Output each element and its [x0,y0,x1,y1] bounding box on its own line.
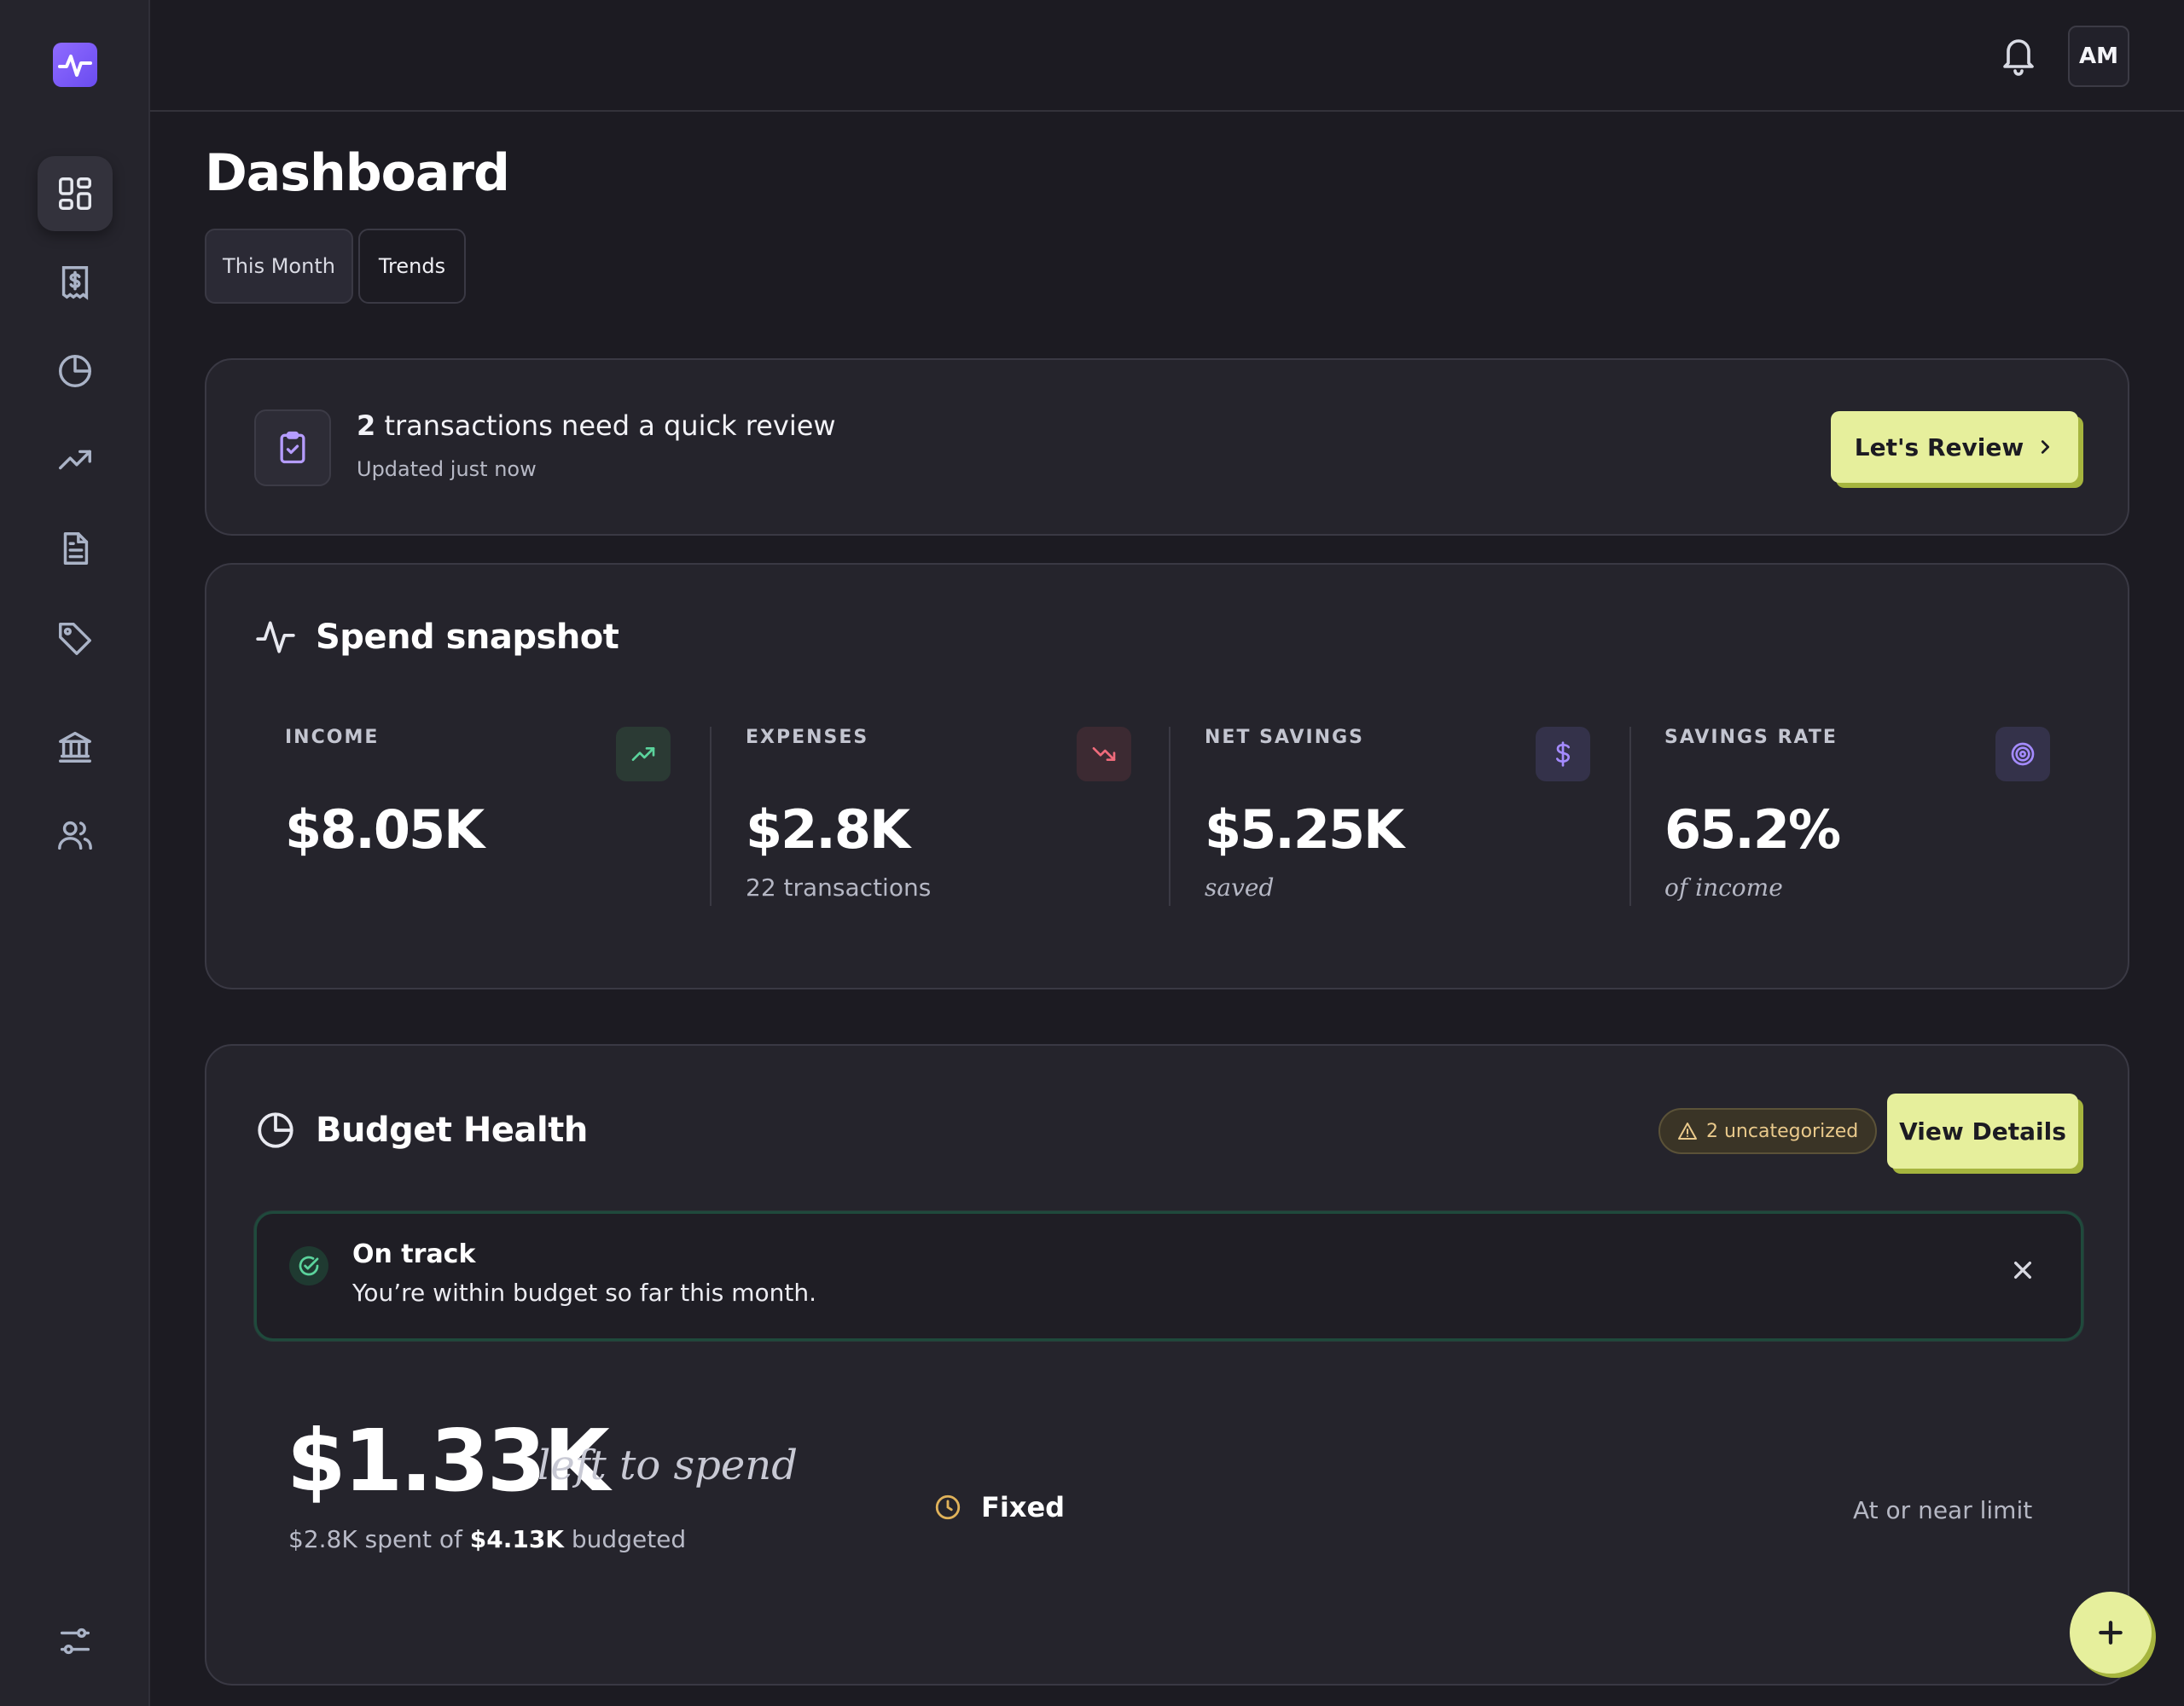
sidebar-item-accounts[interactable] [38,709,113,784]
stat-value: 65.2% [1664,798,1841,861]
pie-chart-icon [59,355,91,387]
stat-value: $2.8K [746,798,910,861]
receipt-icon [61,266,89,300]
lets-review-button[interactable]: Let's Review [1831,411,2078,483]
stat-label: SAVINGS RATE [1664,727,1838,748]
stat-value: $5.25K [1205,798,1404,861]
stat-divider [710,727,712,906]
document-icon [63,532,89,565]
sidebar-item-transactions[interactable] [38,245,113,320]
lets-review-label: Let's Review [1854,432,2024,461]
pie-chart-icon [258,1112,293,1148]
sidebar-item-categories[interactable] [38,600,113,675]
sidebar-item-trends[interactable] [38,422,113,497]
spend-snapshot-title: Spend snapshot [316,618,619,657]
view-details-button[interactable]: View Details [1887,1094,2078,1169]
bank-icon [59,731,91,763]
trending-up-icon [616,727,671,781]
clipboard-check-icon [254,409,331,486]
trending-up-icon [59,450,91,470]
stat-income: INCOME $8.05K [285,727,746,906]
plus-icon [2099,1621,2123,1645]
user-avatar[interactable]: AM [2068,26,2129,87]
stat-net-savings: NET SAVINGS $5.25K saved [1205,727,1665,906]
budgeted-amount: $4.13K [469,1525,564,1553]
review-banner: 2 transactions need a quick review Updat… [205,358,2129,536]
review-title: 2 transactions need a quick review [357,409,836,442]
alert-title: On track [352,1239,476,1269]
trending-down-icon [1077,727,1131,781]
budget-group-status: At or near limit [1853,1496,2033,1524]
budget-group-label: Fixed [981,1491,1066,1523]
dashboard-icon [59,177,91,210]
clock-icon [935,1494,961,1520]
spent-summary: $2.8K spent of $4.13K budgeted [288,1525,686,1553]
sidebar-item-dashboard[interactable] [38,156,113,231]
sidebar-item-budgets[interactable] [38,334,113,409]
check-circle-icon [289,1246,328,1285]
dollar-icon [1536,727,1590,781]
users-icon [58,821,92,850]
review-title-text: transactions need a quick review [375,409,836,442]
app-root: AM Dashboard This Month Trends 2 transac… [0,0,2184,1706]
sidebar-item-settings[interactable] [38,1604,113,1679]
budget-group-fixed[interactable]: Fixed [933,1491,1065,1523]
budget-health-card: Budget Health 2 uncategorized View Detai… [205,1044,2129,1686]
review-count: 2 [357,409,376,442]
warning-triangle-icon [1678,1123,1697,1140]
app-logo[interactable] [53,43,97,87]
stat-label: NET SAVINGS [1205,727,1365,748]
spent-mid-text: spent of [357,1525,470,1553]
add-transaction-button[interactable] [2070,1592,2152,1674]
spent-amount: $2.8K [288,1525,357,1553]
notifications-bell-icon[interactable] [1998,32,2039,77]
spend-snapshot-header: Spend snapshot [254,616,619,659]
uncategorized-badge[interactable]: 2 uncategorized [1658,1108,1878,1154]
budgeted-suffix: budgeted [564,1525,687,1553]
view-details-label: View Details [1899,1117,2066,1146]
stat-divider [1169,727,1170,906]
activity-icon [256,621,295,653]
sidebar [0,0,150,1706]
alert-message: You’re within budget so far this month. [352,1279,817,1307]
page-title: Dashboard [205,143,510,203]
stat-expenses: EXPENSES $2.8K 22 transactions [746,727,1206,906]
spend-snapshot-card: Spend snapshot INCOME $8.05K EXPENSES $2… [205,563,2129,989]
pulse-logo-icon [58,55,92,77]
stat-sub: of income [1664,873,1783,902]
stat-savings-rate: SAVINGS RATE 65.2% of income [1664,727,2125,906]
on-track-alert: On track You’re within budget so far thi… [254,1211,2083,1341]
uncategorized-label: 2 uncategorized [1706,1120,1859,1142]
stat-sub: saved [1205,873,1275,902]
close-icon[interactable] [2006,1253,2040,1287]
stat-sub: 22 transactions [746,873,932,902]
budget-health-title: Budget Health [316,1111,588,1150]
stat-divider [1629,727,1631,906]
tag-icon [59,622,91,655]
stat-value: $8.05K [285,798,485,861]
stat-label: EXPENSES [746,727,869,748]
chevron-right-icon [2042,440,2050,454]
review-updated-text: Updated just now [357,457,537,481]
tab-trends[interactable]: Trends [358,229,466,304]
sidebar-item-members[interactable] [38,798,113,873]
sliders-icon [60,1628,90,1655]
left-to-spend-label: left to spend [537,1442,798,1489]
tab-this-month[interactable]: This Month [205,229,353,304]
target-icon [1995,727,2050,781]
stat-label: INCOME [285,727,380,748]
top-bar [150,0,2184,112]
sidebar-item-reports[interactable] [38,511,113,586]
budget-health-header: Budget Health [254,1109,588,1152]
